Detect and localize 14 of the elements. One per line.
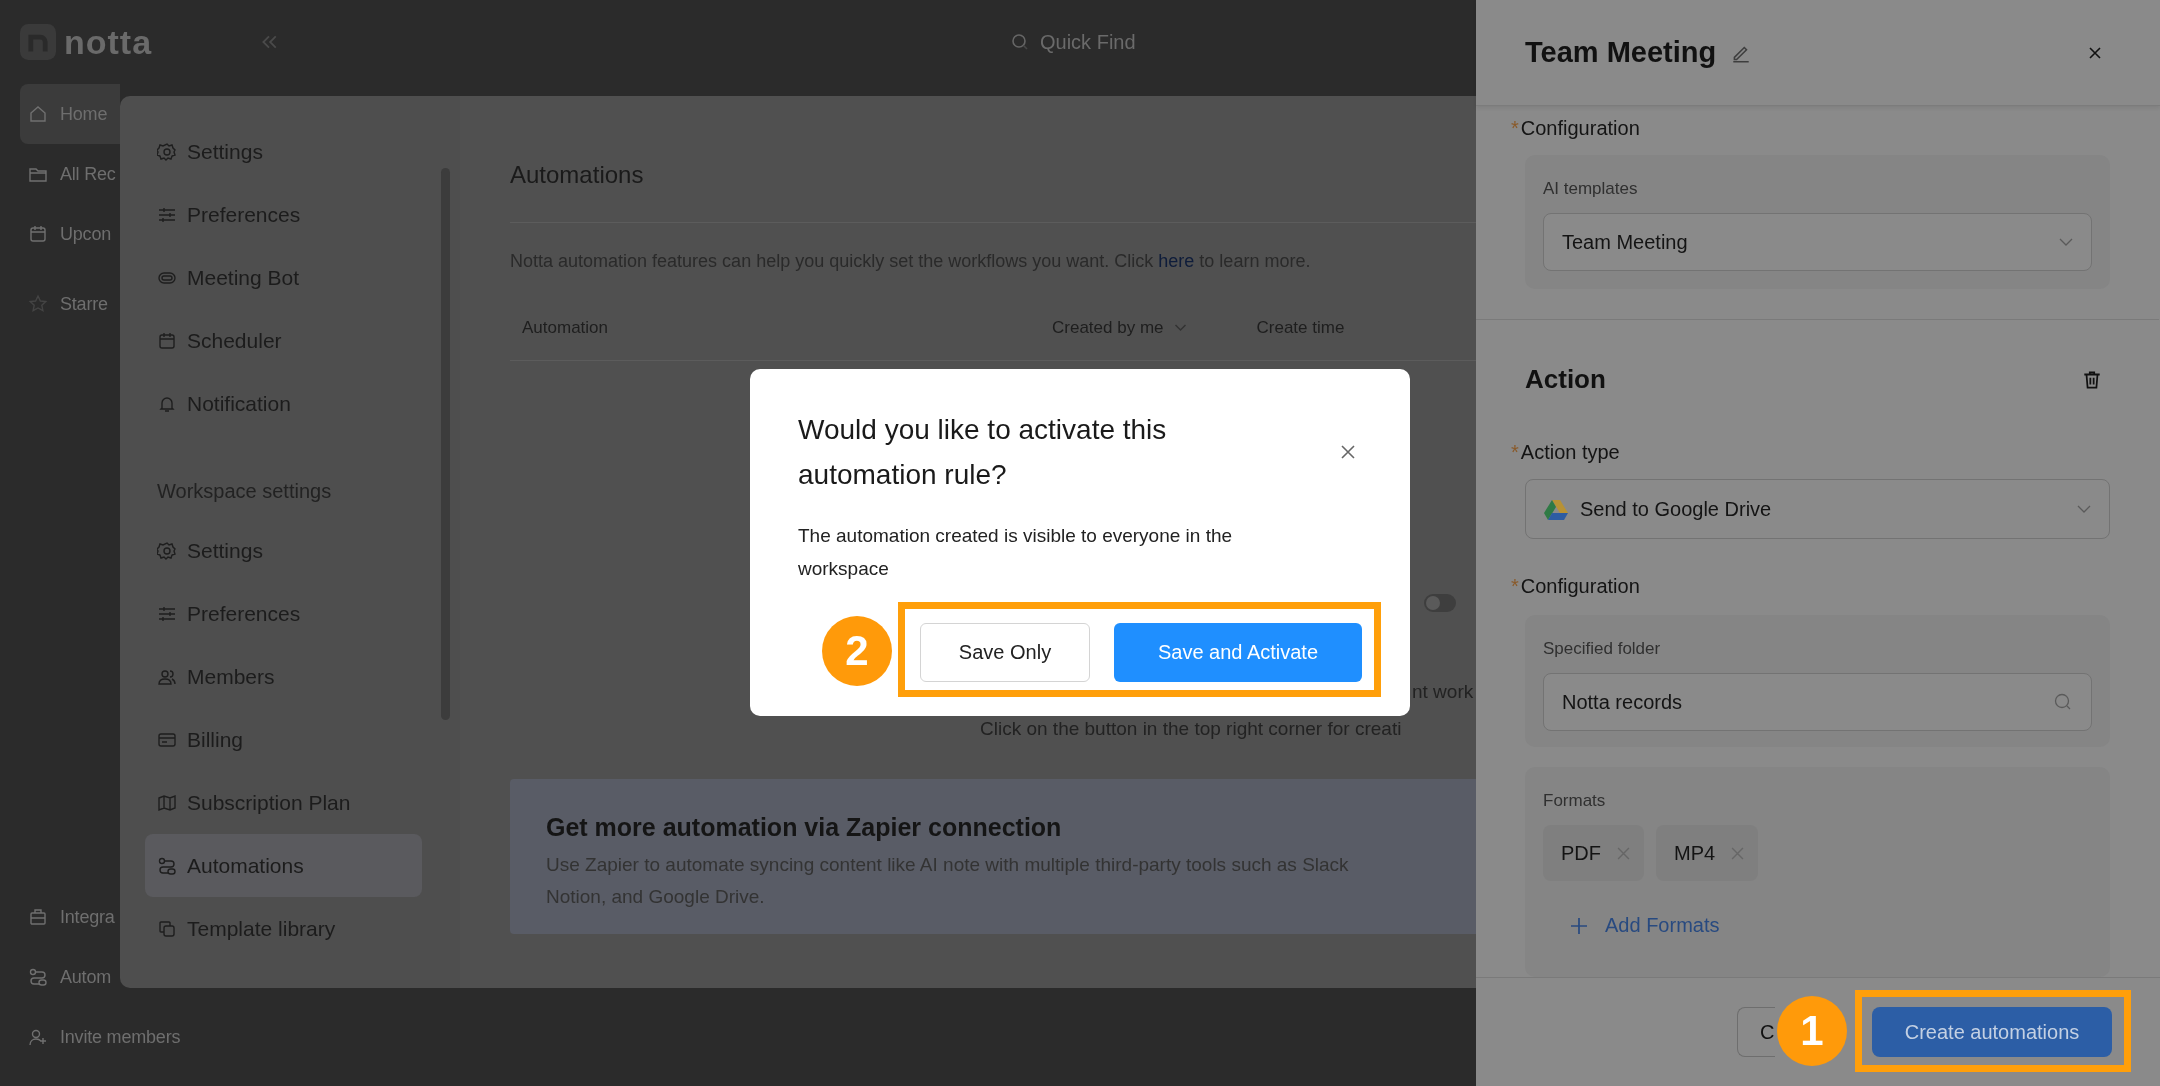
field-label: AI templates <box>1543 178 1639 200</box>
section-title: Action <box>1525 364 1606 395</box>
card-title: Get more automation via Zapier connection <box>546 812 1063 843</box>
format-tag: PDF <box>1543 825 1644 881</box>
panel-title: Team Meeting <box>1525 36 1717 69</box>
dialog-message: The automation created is visible to everyone in the workspace <box>798 524 1234 581</box>
field-label: *Configuration <box>1511 574 1641 599</box>
dialog-title: Would you like to activate this automation rule? <box>798 413 1168 492</box>
field-label: Specified folder <box>1543 638 1662 660</box>
field-label: *Action type <box>1511 440 1621 465</box>
format-tag: MP4 <box>1656 825 1759 881</box>
field-label: Formats <box>1543 790 1607 812</box>
notta-logo: notta <box>20 22 153 62</box>
field-label: *Configuration <box>1511 116 1641 141</box>
